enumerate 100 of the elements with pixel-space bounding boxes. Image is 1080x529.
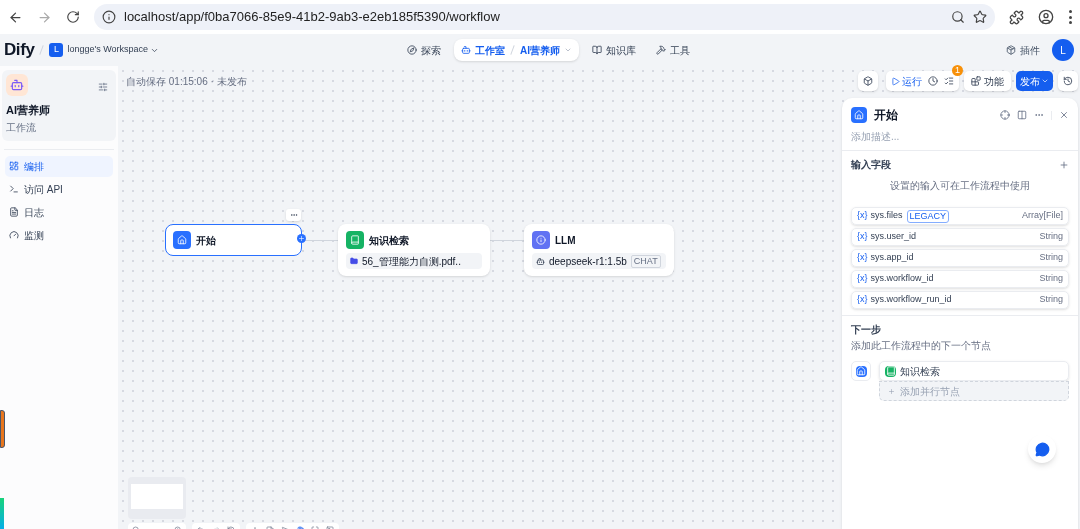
nav-tab[interactable]: 工作室 AI营养师 (454, 39, 579, 61)
hammer-icon[interactable] (656, 45, 666, 55)
minimap (128, 477, 186, 519)
sidebar-item[interactable]: 日志 (5, 201, 113, 223)
book-icon (346, 231, 364, 249)
variable-type: String (1039, 293, 1063, 307)
variable-row[interactable]: {x} sys.app_id String (851, 249, 1069, 267)
package-icon[interactable] (1006, 45, 1016, 55)
app-name: AI营养师 (6, 103, 51, 118)
variable-name: sys.workflow_run_id (870, 293, 952, 307)
app-breadcrumb[interactable]: AI营养师 (520, 42, 560, 58)
nav-tab[interactable]: 工具 (649, 39, 697, 61)
variable-type: String (1039, 251, 1063, 265)
sidebar-item[interactable]: 监测 (5, 224, 113, 246)
sidebar-item[interactable]: 编排 (5, 155, 113, 177)
book-icon (885, 365, 896, 377)
notification-badge: 1 (952, 65, 963, 76)
close-icon[interactable] (1059, 110, 1069, 120)
thermometer-icon (0, 410, 5, 448)
back-icon[interactable] (8, 9, 23, 25)
variable-row[interactable]: {x} sys.files LEGACY Array[File] (851, 207, 1069, 225)
gauge-icon[interactable] (9, 230, 19, 240)
extensions-icon[interactable] (1009, 9, 1024, 25)
description-field[interactable]: 添加描述... (851, 129, 1069, 144)
folder-icon (350, 257, 358, 265)
box-icon[interactable] (863, 76, 873, 86)
home-icon (851, 107, 867, 123)
settings-icon[interactable] (98, 82, 108, 92)
plugins-button[interactable]: 插件 (1006, 42, 1040, 58)
search-icon[interactable] (951, 10, 965, 24)
variable-row[interactable]: {x} sys.user_id String (851, 228, 1069, 246)
workflow-node[interactable]: 知识检索 56_管理能力自测.pdf.. (338, 224, 490, 276)
info-icon (532, 231, 550, 249)
workspace-avatar: L (49, 43, 64, 57)
robot-icon (536, 256, 545, 266)
url-text: localhost/app/f0ba7066-85e9-41b2-9ab3-e2eb185f5390/workflow (124, 8, 500, 27)
clock-icon[interactable] (928, 76, 938, 86)
terminal-icon[interactable] (9, 184, 19, 194)
detail-text: deepseek-r1:1.5b (549, 254, 627, 269)
star-icon[interactable] (973, 10, 987, 24)
connection-handle[interactable] (297, 234, 306, 243)
checklist-icon[interactable] (944, 76, 954, 86)
play-icon[interactable] (891, 76, 900, 86)
edge-line (490, 240, 524, 241)
crosshair-icon[interactable] (1000, 110, 1010, 120)
variable-icon: {x} (857, 251, 868, 265)
reload-icon[interactable] (66, 10, 80, 24)
node-title: 开始 (196, 233, 216, 248)
autosave-status: 自动保存 01:15:06 · 未发布 (126, 75, 247, 89)
robot-icon[interactable] (461, 45, 471, 55)
node-title: 知识检索 (369, 233, 409, 248)
section-hint: 设置的输入可在工作流程中使用 (889, 179, 1031, 193)
address-bar[interactable]: localhost/app/f0ba7066-85e9-41b2-9ab3-e2eb185f5390/workflow (94, 4, 995, 30)
columns-icon[interactable] (1017, 110, 1027, 120)
next-node-title: 知识检索 (900, 364, 940, 379)
user-avatar[interactable]: L (1052, 39, 1074, 61)
app-type: 工作流 (6, 120, 37, 135)
nav-tab[interactable]: 知识库 (585, 39, 643, 61)
section-title: 下一步 (850, 323, 882, 337)
features-button[interactable]: 功能 (964, 71, 1011, 91)
chevron-down-icon[interactable] (1041, 77, 1049, 85)
variable-name: sys.app_id (870, 251, 914, 265)
variable-row[interactable]: {x} sys.workflow_run_id String (851, 291, 1069, 309)
panel-title: 开始 (874, 107, 898, 124)
mode-tag: CHAT (630, 254, 661, 268)
env-button[interactable] (858, 71, 878, 91)
variable-icon: {x} (857, 209, 868, 223)
robot-icon (6, 74, 28, 96)
publish-button[interactable]: 发布 (1016, 71, 1053, 91)
forward-icon[interactable] (37, 9, 52, 25)
variable-type: String (1039, 230, 1063, 244)
gradient-bar (0, 498, 4, 529)
chat-button[interactable] (1028, 435, 1056, 463)
home-icon (173, 231, 191, 249)
variable-icon: {x} (857, 272, 868, 286)
nav-tab[interactable]: 探索 (400, 39, 448, 61)
variable-icon: {x} (857, 230, 868, 244)
variable-type: Array[File] (1022, 209, 1063, 223)
menu-icon[interactable] (1068, 10, 1072, 24)
workspace-switcher[interactable]: longge's Workspace (67, 43, 160, 57)
run-button[interactable]: 运行 (891, 73, 922, 89)
chat-icon[interactable] (1034, 441, 1050, 457)
logo[interactable]: Dify (4, 37, 35, 63)
version-history-button[interactable] (1058, 71, 1078, 91)
variable-name: sys.workflow_id (870, 272, 934, 286)
sidebar-item[interactable]: 访问 API (5, 178, 113, 200)
variable-name: sys.user_id (870, 230, 917, 244)
section-title: 输入字段 (851, 158, 891, 172)
blocks-icon[interactable] (971, 76, 981, 86)
profile-icon[interactable] (1038, 9, 1054, 25)
book-icon[interactable] (592, 45, 602, 55)
info-icon[interactable] (102, 10, 116, 24)
workflow-node[interactable]: LLM deepseek-r1:1.5b CHAT (524, 224, 674, 276)
document-icon[interactable] (9, 207, 19, 217)
node-title: LLM (555, 233, 576, 248)
variable-row[interactable]: {x} sys.workflow_id String (851, 270, 1069, 288)
variable-name: sys.files (870, 209, 903, 223)
layout-icon[interactable] (9, 161, 19, 171)
compass-icon[interactable] (407, 45, 417, 55)
section-hint: 添加此工作流程中的下一个节点 (850, 339, 992, 353)
